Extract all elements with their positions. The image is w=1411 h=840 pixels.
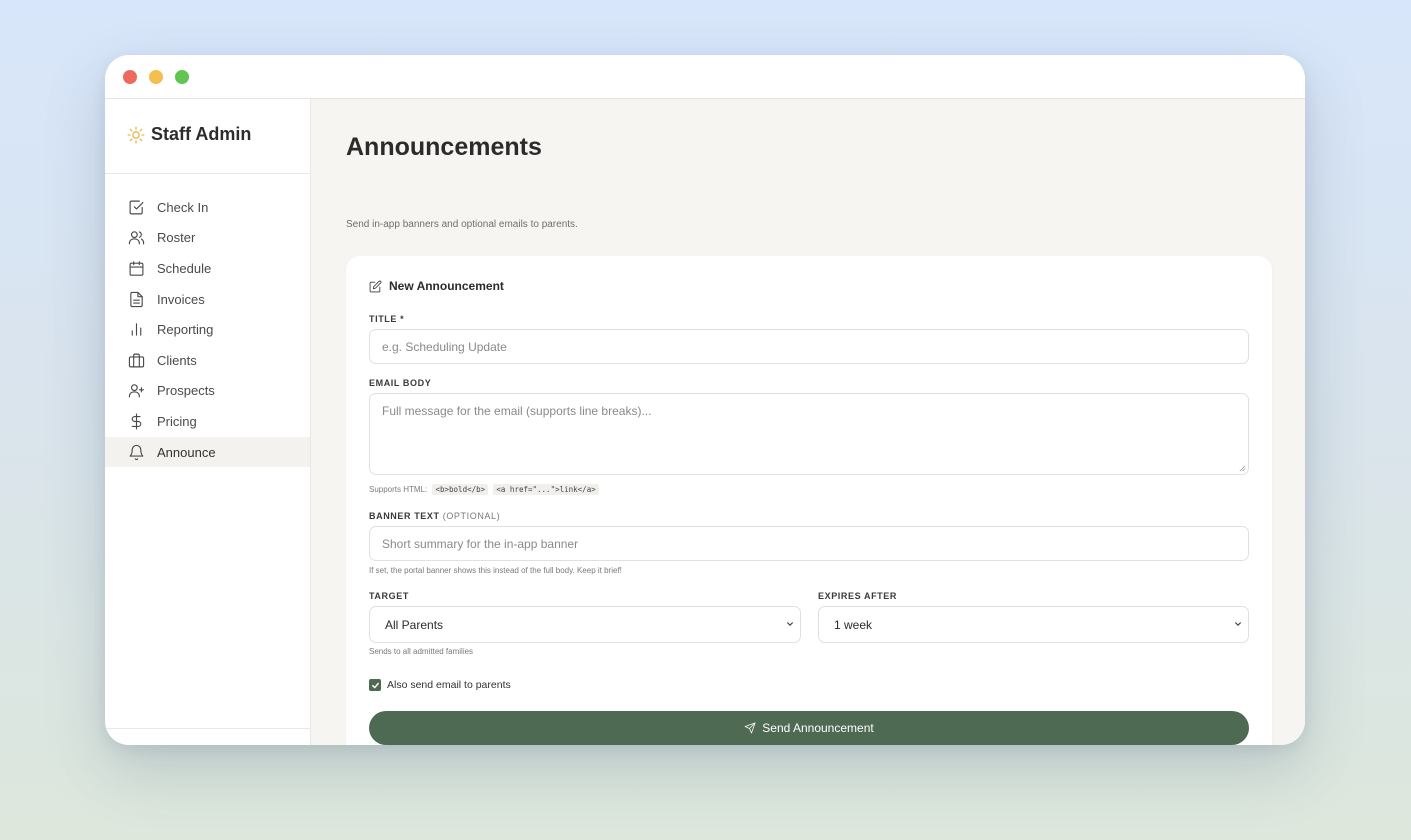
banner-text-label: BANNER TEXT (OPTIONAL) (369, 511, 500, 521)
new-announcement-card: New Announcement TITLE * e.g. Scheduling… (346, 256, 1272, 745)
dollar-icon (127, 412, 145, 430)
send-icon (744, 722, 756, 734)
window-titlebar (105, 55, 1305, 99)
expires-label: EXPIRES AFTER (818, 591, 897, 601)
also-email-row[interactable]: Also send email to parents (369, 679, 511, 691)
check-square-icon (127, 198, 145, 216)
chevron-down-icon (1235, 622, 1241, 626)
sidebar-item-pricing[interactable]: Pricing (105, 406, 310, 437)
sidebar-item-announce[interactable]: Announce (105, 436, 310, 468)
bar-chart-icon (127, 321, 145, 339)
users-icon (127, 229, 145, 247)
target-label: TARGET (369, 591, 409, 601)
email-body-placeholder: Full message for the email (supports lin… (382, 404, 652, 418)
html-hint-bold-code: <b>bold</b> (432, 484, 489, 495)
calendar-icon (127, 259, 145, 277)
sidebar-item-label: Announce (157, 444, 216, 460)
card-header: New Announcement (369, 279, 504, 293)
sidebar-item-clients[interactable]: Clients (105, 345, 310, 376)
file-text-icon (127, 290, 145, 308)
html-hint-link-code: <a href="...">link</a> (493, 484, 599, 495)
edit-icon (369, 280, 382, 292)
sidebar-item-label: Prospects (157, 383, 215, 399)
title-placeholder: e.g. Scheduling Update (382, 339, 507, 354)
banner-optional-tag: (OPTIONAL) (442, 511, 501, 521)
html-support-hint: Supports HTML: <b>bold</b> <a href="..."… (369, 484, 599, 495)
banner-label-text: BANNER TEXT (369, 511, 440, 521)
sidebar-item-label: Check In (157, 199, 209, 215)
sidebar: Staff Admin Check In Roster Schedule Inv… (105, 99, 311, 745)
html-hint-prefix: Supports HTML: (369, 485, 428, 494)
briefcase-icon (127, 351, 145, 369)
maximize-window-button[interactable] (175, 70, 189, 84)
expires-select[interactable]: 1 week (818, 606, 1249, 643)
main-content: Announcements Send in-app banners and op… (311, 99, 1305, 745)
sidebar-item-label: Schedule (157, 260, 212, 276)
sidebar-item-prospects[interactable]: Prospects (105, 376, 310, 407)
page-subtitle: Send in-app banners and optional emails … (346, 219, 578, 230)
close-window-button[interactable] (123, 70, 137, 84)
sidebar-item-invoices[interactable]: Invoices (105, 284, 310, 315)
banner-text-input[interactable]: Short summary for the in-app banner (369, 526, 1249, 561)
bell-icon (127, 443, 145, 461)
user-plus-icon (127, 382, 145, 400)
target-value: All Parents (385, 617, 444, 632)
checkmark-icon (371, 682, 379, 688)
send-button-label: Send Announcement (762, 721, 874, 735)
expires-value: 1 week (834, 617, 873, 632)
app-window: Staff Admin Check In Roster Schedule Inv… (105, 55, 1305, 745)
brand-name: Staff Admin (151, 124, 252, 144)
sun-icon (127, 126, 145, 144)
banner-hint: If set, the portal banner shows this ins… (369, 566, 622, 575)
sidebar-item-label: Roster (157, 230, 196, 246)
sidebar-item-roster[interactable]: Roster (105, 223, 310, 254)
sidebar-item-label: Clients (157, 352, 197, 368)
title-label: TITLE * (369, 314, 405, 324)
target-hint: Sends to all admitted families (369, 647, 474, 656)
sidebar-item-check-in[interactable]: Check In (105, 192, 310, 223)
brand: Staff Admin (105, 99, 310, 174)
target-select[interactable]: All Parents (369, 606, 801, 643)
title-input[interactable]: e.g. Scheduling Update (369, 329, 1249, 364)
also-email-label: Also send email to parents (387, 679, 511, 691)
resize-handle-icon[interactable] (1239, 465, 1246, 472)
banner-placeholder: Short summary for the in-app banner (382, 536, 579, 551)
minimize-window-button[interactable] (149, 70, 163, 84)
send-announcement-button[interactable]: Send Announcement (369, 711, 1249, 745)
page-title: Announcements (346, 133, 542, 161)
sidebar-item-label: Reporting (157, 322, 214, 338)
sidebar-item-label: Invoices (157, 291, 205, 307)
also-email-checkbox[interactable] (369, 679, 381, 691)
card-title: New Announcement (389, 279, 504, 293)
email-body-label: EMAIL BODY (369, 378, 432, 388)
sidebar-footer (105, 728, 310, 745)
sidebar-item-schedule[interactable]: Schedule (105, 253, 310, 284)
sidebar-item-reporting[interactable]: Reporting (105, 314, 310, 345)
sidebar-nav: Check In Roster Schedule Invoices Report… (105, 192, 310, 468)
email-body-textarea[interactable]: Full message for the email (supports lin… (369, 393, 1249, 475)
sidebar-item-label: Pricing (157, 413, 197, 429)
chevron-down-icon (787, 622, 793, 626)
